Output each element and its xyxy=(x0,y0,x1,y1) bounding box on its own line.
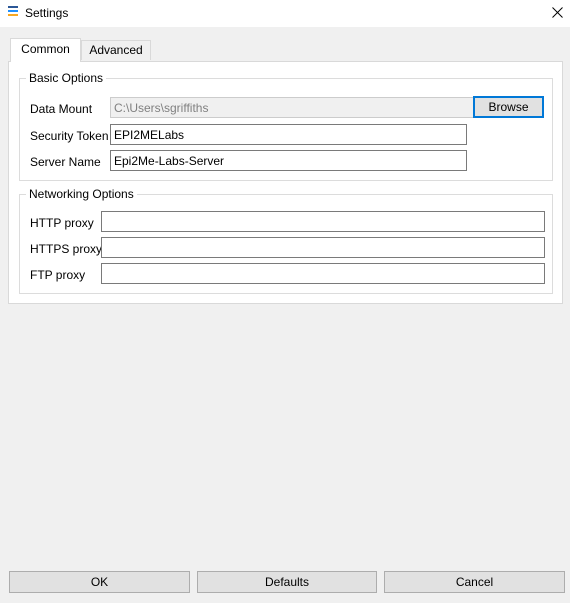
tab-common[interactable]: Common xyxy=(10,38,81,62)
http-proxy-input[interactable] xyxy=(101,211,545,232)
settings-app-icon xyxy=(8,6,18,18)
window-title: Settings xyxy=(25,6,69,20)
server-name-label: Server Name xyxy=(30,155,101,169)
https-proxy-input[interactable] xyxy=(101,237,545,258)
networking-options-title: Networking Options xyxy=(26,187,137,201)
defaults-button[interactable]: Defaults xyxy=(197,571,377,593)
title-bar: Settings xyxy=(0,0,570,27)
close-icon xyxy=(551,6,563,18)
ftp-proxy-label: FTP proxy xyxy=(30,268,86,282)
close-button[interactable] xyxy=(544,0,570,24)
browse-button[interactable]: Browse xyxy=(473,96,544,118)
server-name-input[interactable] xyxy=(110,150,467,171)
ftp-proxy-input[interactable] xyxy=(101,263,545,284)
security-token-input[interactable] xyxy=(110,124,467,145)
basic-options-group: Basic Options Data Mount Browse Security… xyxy=(19,71,553,181)
data-mount-label: Data Mount xyxy=(30,102,93,116)
tab-advanced[interactable]: Advanced xyxy=(81,40,151,60)
networking-options-group: Networking Options HTTP proxy HTTPS prox… xyxy=(19,187,553,294)
common-tab-panel: Basic Options Data Mount Browse Security… xyxy=(8,61,563,304)
security-token-label: Security Token xyxy=(30,129,109,143)
https-proxy-label: HTTPS proxy xyxy=(30,242,103,256)
http-proxy-label: HTTP proxy xyxy=(30,216,94,230)
ok-button[interactable]: OK xyxy=(9,571,190,593)
data-mount-input[interactable] xyxy=(110,97,477,118)
cancel-button[interactable]: Cancel xyxy=(384,571,565,593)
basic-options-title: Basic Options xyxy=(26,71,107,85)
